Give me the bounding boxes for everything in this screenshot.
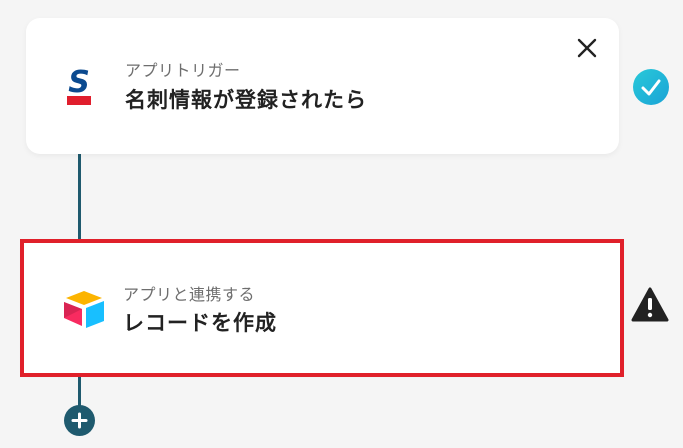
add-step-button[interactable] [64,405,95,436]
check-circle-icon [633,69,669,105]
trigger-step-card[interactable]: S アプリトリガー 名刺情報が登録されたら [26,18,619,154]
svg-text:S: S [68,65,90,100]
warning-triangle-icon [631,287,669,323]
step-type-label: アプリトリガー [125,61,241,80]
close-icon[interactable] [575,36,599,60]
flow-connector-bottom [78,373,81,409]
airtable-logo-icon [62,289,106,333]
action-step-card[interactable]: アプリと連携する レコードを作成 [20,239,624,377]
sansan-logo-icon: S [64,64,94,110]
plus-icon [71,412,88,429]
flow-connector-top [78,150,81,245]
step-title: レコードを作成 [123,311,277,335]
step-title: 名刺情報が登録されたら [125,88,367,112]
step-type-label: アプリと連携する [123,285,256,304]
